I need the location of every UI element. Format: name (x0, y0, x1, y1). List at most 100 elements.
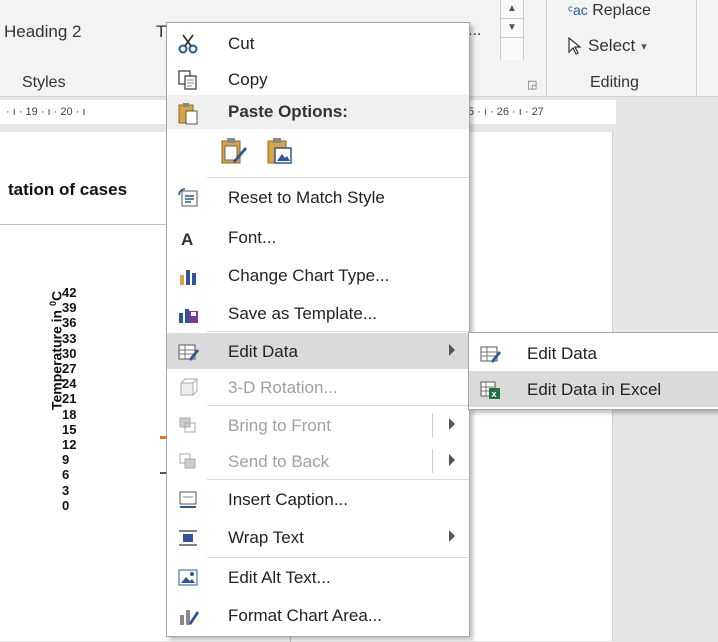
menu-item-change-chart-type[interactable]: Change Chart Type... (167, 257, 469, 293)
menu-item-edit-data[interactable]: Edit Data (167, 333, 469, 369)
y-tick-label: 30 (62, 345, 77, 361)
paste-picture-icon[interactable] (265, 135, 295, 172)
degree-superscript: 0 (48, 300, 58, 306)
split-divider (432, 449, 433, 473)
y-tick-label: 0 (62, 497, 70, 513)
styles-more[interactable]: ... (468, 22, 481, 40)
copy-icon (177, 69, 199, 90)
styles-dialog-launcher-icon[interactable]: ◲ (527, 78, 537, 91)
select-button[interactable]: Select ▾ (568, 36, 647, 56)
paste-options-header: Paste Options: (167, 95, 469, 129)
y-tick-label: 24 (62, 376, 77, 392)
context-menu: Cut Copy Paste Options: Reset to Match S… (166, 22, 470, 637)
y-tick-label: 15 (62, 421, 77, 437)
style-heading-2[interactable]: Heading 2 (4, 22, 82, 42)
bar-chart-icon (177, 265, 199, 285)
submenu-item-edit-data-excel[interactable]: x Edit Data in Excel (469, 371, 718, 407)
bring-front-icon (177, 415, 199, 435)
menu-item-label: Send to Back (228, 452, 330, 471)
replace-button[interactable]: ᶜac Replace (568, 2, 651, 20)
menu-item-label: Font... (228, 228, 277, 247)
menu-item-label: Bring to Front (228, 416, 331, 435)
paste-keep-formatting-icon[interactable] (219, 135, 249, 172)
reset-style-icon (177, 187, 199, 207)
save-template-icon (177, 303, 199, 323)
y-tick-label: 36 (62, 315, 77, 331)
ruler-right-segment: 5 · ı · 26 · ı · 27 (466, 100, 616, 124)
menu-separator (207, 557, 469, 558)
y-tick-label: 12 (62, 437, 77, 453)
style-next[interactable]: T (156, 22, 166, 42)
menu-item-label: Change Chart Type... (228, 266, 390, 285)
y-tick-label: 21 (62, 391, 77, 407)
excel-icon: x (479, 379, 501, 399)
menu-separator (207, 405, 469, 406)
edit-data-icon (177, 341, 199, 361)
menu-item-save-template[interactable]: Save as Template... (167, 295, 469, 331)
menu-item-label: Copy (228, 70, 268, 89)
submenu-arrow-icon (449, 530, 455, 542)
format-chart-icon (177, 605, 199, 625)
menu-separator (207, 331, 469, 332)
scissors-icon (177, 33, 199, 54)
edit-data-submenu: Edit Data x Edit Data in Excel (468, 332, 718, 410)
menu-item-wrap-text[interactable]: Wrap Text (167, 519, 469, 555)
y-tick-label: 27 (62, 361, 77, 377)
submenu-arrow-icon (449, 344, 455, 356)
y-tick-label: 3 (62, 482, 70, 498)
caption-icon (177, 489, 199, 509)
menu-item-label: Format Chart Area... (228, 606, 382, 625)
font-icon: A (177, 227, 199, 249)
editing-group-label: Editing (590, 74, 639, 91)
cursor-icon (568, 37, 582, 55)
gallery-up-icon[interactable]: ▲ (501, 0, 523, 19)
wrap-text-icon (177, 527, 199, 547)
y-tick-label: 39 (62, 300, 77, 316)
send-back-icon (177, 451, 199, 471)
menu-item-insert-caption[interactable]: Insert Caption... (167, 481, 469, 517)
gallery-down-icon[interactable]: ▼ (501, 19, 523, 38)
chevron-down-icon: ▾ (641, 40, 647, 53)
menu-item-copy[interactable]: Copy (167, 61, 469, 97)
menu-separator (207, 177, 469, 178)
submenu-item-edit-data[interactable]: Edit Data (469, 335, 718, 371)
ruler-left-segment: · ı · 19 · ı · 20 · ı (0, 100, 170, 124)
menu-item-label: Edit Data (228, 342, 298, 361)
menu-item-reset-style[interactable]: Reset to Match Style (167, 179, 469, 215)
menu-item-label: Reset to Match Style (228, 188, 385, 207)
y-tick-label: 42 (62, 285, 77, 300)
paste-options-row (219, 135, 295, 172)
menu-item-bring-front[interactable]: Bring to Front (167, 407, 469, 443)
submenu-arrow-icon[interactable] (449, 454, 455, 466)
menu-item-font[interactable]: A Font... (167, 219, 469, 255)
svg-text:x: x (492, 389, 497, 399)
styles-group-label: Styles (22, 74, 66, 91)
menu-item-label: 3-D Rotation... (228, 378, 338, 397)
menu-item-label: Save as Template... (228, 304, 377, 323)
rotation-3d-icon (177, 377, 199, 397)
y-tick-label: 6 (62, 467, 70, 483)
menu-item-3d-rotation[interactable]: 3-D Rotation... (167, 369, 469, 405)
clipboard-icon (177, 101, 199, 125)
document-heading: tation of cases (8, 180, 128, 199)
menu-separator (207, 479, 469, 480)
styles-gallery-scroll[interactable]: ▲ ▼ (500, 0, 524, 60)
split-divider (432, 413, 433, 437)
edit-data-icon (479, 343, 501, 363)
menu-item-label: Cut (228, 34, 255, 53)
menu-item-edit-alt-text[interactable]: Edit Alt Text... (167, 559, 469, 595)
menu-item-cut[interactable]: Cut (167, 25, 469, 61)
menu-item-label: Wrap Text (228, 528, 304, 547)
y-axis-ticks: 42 39 36 33 30 27 24 21 18 15 12 9 6 3 0 (62, 285, 92, 513)
svg-text:A: A (181, 230, 193, 249)
menu-item-send-back[interactable]: Send to Back (167, 443, 469, 479)
submenu-arrow-icon[interactable] (449, 418, 455, 430)
menu-item-format-chart-area[interactable]: Format Chart Area... (167, 597, 469, 633)
y-tick-label: 9 (62, 452, 70, 468)
alt-text-icon (177, 567, 199, 587)
y-tick-label: 18 (62, 406, 77, 422)
group-divider (546, 0, 547, 96)
submenu-item-label: Edit Data (527, 344, 597, 363)
y-tick-label: 33 (62, 330, 77, 346)
menu-item-label: Insert Caption... (228, 490, 349, 509)
